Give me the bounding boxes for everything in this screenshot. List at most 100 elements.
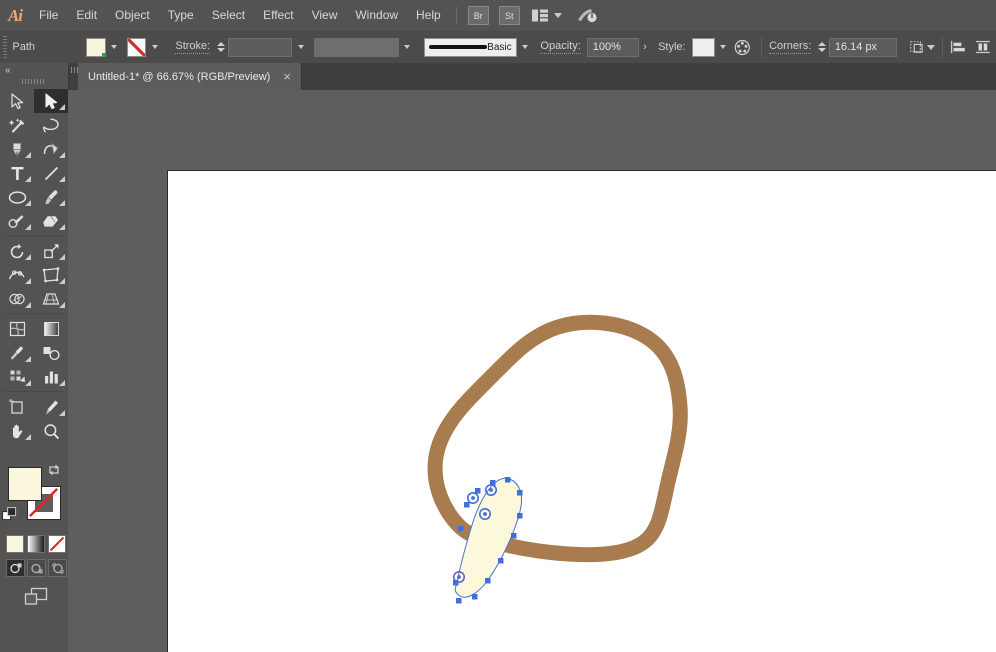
line-segment-tool[interactable] <box>34 161 68 185</box>
stroke-color-swatch[interactable] <box>126 37 147 57</box>
stroke-weight-input[interactable] <box>227 37 293 57</box>
search-stock-icon[interactable] <box>576 7 598 25</box>
draw-normal-button[interactable] <box>6 559 25 577</box>
tools-panel: « <box>0 63 69 652</box>
rotate-tool[interactable] <box>0 239 34 263</box>
menu-window[interactable]: Window <box>346 0 407 31</box>
variable-width-profile[interactable] <box>314 37 399 57</box>
artboard-tool[interactable] <box>0 395 34 419</box>
none-mode-button[interactable] <box>48 535 66 553</box>
stock-button[interactable]: St <box>498 6 520 25</box>
collapse-panel-icon[interactable]: « <box>5 65 10 76</box>
blend-tool[interactable] <box>34 341 68 365</box>
tools-panel-header: « <box>0 63 68 77</box>
tools-panel-grip[interactable] <box>22 79 46 84</box>
document-tab[interactable]: Untitled-1* @ 66.67% (RGB/Preview) × <box>78 63 302 90</box>
shape-builder-tool[interactable] <box>0 287 34 311</box>
menu-view[interactable]: View <box>303 0 347 31</box>
menu-file[interactable]: File <box>30 0 67 31</box>
stroke-chevron-down-icon[interactable] <box>148 38 161 57</box>
mesh-tool[interactable] <box>0 317 34 341</box>
opacity-label[interactable]: Opacity: <box>540 40 581 54</box>
recolor-artwork-icon[interactable] <box>734 38 751 57</box>
arrange-documents-icon[interactable] <box>531 8 549 23</box>
transform-panel-icon[interactable] <box>909 38 926 56</box>
canvas-area[interactable] <box>68 90 996 652</box>
distribute-objects-icon[interactable] <box>975 39 991 55</box>
control-divider-2 <box>942 37 944 57</box>
width-profile-chevron-down-icon[interactable] <box>401 38 414 57</box>
magic-wand-tool[interactable] <box>0 113 34 137</box>
toolbar-fill-swatch[interactable] <box>8 467 42 501</box>
stroke-none-indicator <box>127 38 146 56</box>
fill-color-swatch[interactable] <box>86 37 107 57</box>
perspective-grid-tool[interactable] <box>34 287 68 311</box>
direct-selection-tool[interactable] <box>34 89 68 113</box>
gradient-tool[interactable] <box>34 317 68 341</box>
draw-inside-button[interactable] <box>48 559 67 577</box>
menu-bar: Ai File Edit Object Type Select Effect V… <box>0 0 996 32</box>
corners-label[interactable]: Corners: <box>769 40 812 54</box>
brush-chevron-down-icon[interactable] <box>519 38 532 57</box>
fill-stroke-widget <box>0 461 68 531</box>
menu-effect[interactable]: Effect <box>254 0 302 31</box>
paintbrush-tool[interactable] <box>34 185 68 209</box>
corner-radius-input[interactable]: 16.14 px <box>828 37 897 57</box>
opacity-input[interactable]: 100% <box>586 37 639 57</box>
menu-edit[interactable]: Edit <box>67 0 106 31</box>
paint-mode-buttons <box>6 535 66 553</box>
stroke-weight-chevron-down-icon[interactable] <box>294 38 307 57</box>
opacity-flyout-icon[interactable]: › <box>639 38 651 57</box>
scale-tool[interactable] <box>34 239 68 263</box>
ellipse-tool[interactable] <box>0 185 34 209</box>
close-icon[interactable]: × <box>283 70 291 83</box>
slice-tool[interactable] <box>34 395 68 419</box>
style-chevron-down-icon[interactable] <box>717 38 730 57</box>
brush-stroke-preview <box>429 45 488 49</box>
menu-select[interactable]: Select <box>203 0 254 31</box>
shaper-tool[interactable] <box>0 209 34 233</box>
menu-object[interactable]: Object <box>106 0 159 31</box>
menu-type[interactable]: Type <box>159 0 203 31</box>
draw-behind-button[interactable] <box>27 559 46 577</box>
graphic-style-swatch[interactable] <box>691 37 715 57</box>
stroke-weight-stepper[interactable] <box>216 38 226 57</box>
swap-fill-stroke-icon[interactable] <box>47 463 61 477</box>
eraser-tool[interactable] <box>34 209 68 233</box>
brush-definition-dropdown[interactable]: Basic <box>424 37 517 57</box>
arrange-chevron-down-icon[interactable] <box>553 13 562 18</box>
app-logo: Ai <box>7 5 23 25</box>
stroke-weight-label[interactable]: Stroke: <box>175 40 211 54</box>
menu-help[interactable]: Help <box>407 0 450 31</box>
corners-stepper[interactable] <box>817 38 827 57</box>
draw-mode-buttons <box>6 559 67 577</box>
pen-tool[interactable] <box>0 137 34 161</box>
color-mode-button[interactable] <box>6 535 24 553</box>
bridge-button[interactable]: Br <box>467 6 489 25</box>
change-screen-mode-icon[interactable] <box>24 587 48 607</box>
curvature-tool[interactable] <box>34 137 68 161</box>
default-fill-stroke-icon[interactable] <box>2 507 17 522</box>
style-label: Style: <box>658 41 686 53</box>
align-objects-icon[interactable] <box>950 39 966 55</box>
zoom-tool[interactable] <box>34 419 68 443</box>
eyedropper-tool[interactable] <box>0 341 34 365</box>
type-tool[interactable] <box>0 161 34 185</box>
document-tab-title: Untitled-1* @ 66.67% (RGB/Preview) <box>88 70 271 83</box>
control-divider <box>761 37 763 57</box>
fill-chevron-down-icon[interactable] <box>108 38 121 57</box>
width-tool[interactable] <box>0 263 34 287</box>
brown-loop-path[interactable] <box>427 314 688 563</box>
transform-chevron-down-icon[interactable] <box>927 44 936 50</box>
gradient-mode-button[interactable] <box>27 535 45 553</box>
illustrator-window: Ai File Edit Object Type Select Effect V… <box>0 0 996 652</box>
document-tab-bar: Untitled-1* @ 66.67% (RGB/Preview) × <box>0 63 996 91</box>
column-graph-tool[interactable] <box>34 365 68 389</box>
free-transform-tool[interactable] <box>34 263 68 287</box>
selection-tool[interactable] <box>0 89 34 113</box>
selection-type-label: Path <box>12 41 35 53</box>
hand-tool[interactable] <box>0 419 34 443</box>
control-bar-grip[interactable] <box>3 36 8 58</box>
lasso-tool[interactable] <box>34 113 68 137</box>
symbol-sprayer-tool[interactable] <box>0 365 34 389</box>
